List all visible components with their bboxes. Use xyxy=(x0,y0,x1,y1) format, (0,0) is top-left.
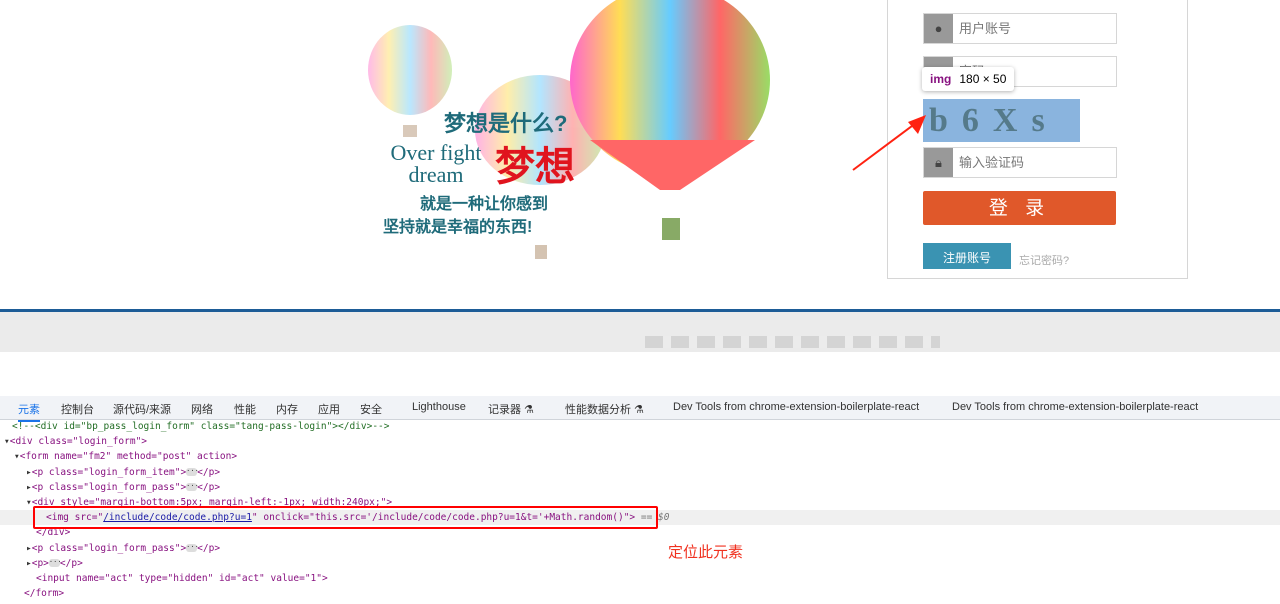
tab-extension-devtools-1[interactable]: Dev Tools from chrome-extension-boilerpl… xyxy=(673,401,919,413)
tab-performance-insights[interactable]: 性能数据分析 ⚗ xyxy=(565,401,644,417)
slogan-line-5: 坚持就是幸福的东西! xyxy=(383,219,533,236)
username-field[interactable]: ● 用户账号 xyxy=(923,13,1117,44)
captcha-text: b6Xs xyxy=(929,102,1059,139)
dom-node[interactable]: ▾<form name="fm2" method="post" action> xyxy=(0,449,1280,464)
tab-lighthouse[interactable]: Lighthouse xyxy=(412,401,466,413)
captcha-placeholder: 输入验证码 xyxy=(959,155,1025,170)
dom-node-close: </p> xyxy=(197,542,221,554)
dom-node-close[interactable]: </form> xyxy=(0,586,1280,601)
dom-comment[interactable]: <!--<div id="bp_pass_login_form" class="… xyxy=(0,419,1280,434)
captcha-image[interactable]: b6Xs xyxy=(923,99,1080,142)
dom-node-text: <p class="login_form_pass"> xyxy=(31,481,187,493)
slogan-english-2: dream xyxy=(408,162,464,187)
tooltip-size: 180 × 50 xyxy=(959,72,1007,86)
ellipsis-icon[interactable]: ··· xyxy=(48,559,62,568)
dom-node[interactable]: ▸<p class="login_form_pass">···</p> xyxy=(0,480,1280,495)
dom-node-close: </p> xyxy=(197,466,221,478)
dom-node-text: <div class="login_form"> xyxy=(9,436,148,448)
tab-recorder[interactable]: 记录器 ⚗ xyxy=(488,401,534,417)
blurred-footer-text xyxy=(645,336,940,348)
dom-node-text: <form name="fm2" method="post" action> xyxy=(19,451,238,463)
username-placeholder: 用户账号 xyxy=(959,21,1012,36)
user-icon: ● xyxy=(924,14,953,43)
dom-node[interactable]: ▸<p class="login_form_pass">···</p> xyxy=(0,541,1280,556)
login-button[interactable]: 登 录 xyxy=(923,191,1116,225)
ellipsis-icon[interactable]: ··· xyxy=(186,483,199,492)
ellipsis-icon[interactable]: ··· xyxy=(186,544,199,552)
tab-security[interactable]: 安全 xyxy=(360,401,382,417)
dom-node[interactable]: ▸<p class="login_form_item">···</p> xyxy=(0,465,1280,480)
slogan-english-1: Over fight xyxy=(390,140,482,165)
tooltip-tag: img xyxy=(930,72,952,86)
red-arrow-annotation xyxy=(852,115,926,171)
tab-extension-devtools-2[interactable]: Dev Tools from chrome-extension-boilerpl… xyxy=(952,401,1198,413)
element-tooltip: img 180 × 50 xyxy=(922,67,1014,91)
slogan-english: Over fight dream xyxy=(381,142,491,186)
devtools-tabbar: 元素 控制台 源代码/来源 网络 性能 内存 应用 安全 Lighthouse … xyxy=(0,396,1280,422)
dom-node-close: </p> xyxy=(197,481,221,493)
annotation-text: 定位此元素 xyxy=(668,544,744,561)
slogan-line-4: 就是一种让你感到 xyxy=(420,196,549,213)
captcha-field[interactable]: 🔒︎ 输入验证码 xyxy=(923,147,1117,178)
footer-band xyxy=(0,312,1280,352)
dom-node-close: </p> xyxy=(59,557,83,569)
tab-console[interactable]: 控制台 xyxy=(61,401,94,417)
dom-node-text: <p class="login_form_item"> xyxy=(31,466,187,478)
dom-node[interactable]: <input name="act" type="hidden" id="act"… xyxy=(0,571,1280,586)
register-button[interactable]: 注册账号 xyxy=(923,243,1011,269)
dom-node[interactable]: ▸<p>···</p> xyxy=(0,556,1280,571)
tab-memory[interactable]: 内存 xyxy=(276,401,298,417)
ellipsis-icon[interactable]: ··· xyxy=(186,468,199,477)
forgot-password-link[interactable]: 忘记密码? xyxy=(1019,252,1069,268)
dom-node-text: <p> xyxy=(31,557,49,569)
dom-node-text: <p class="login_form_pass"> xyxy=(31,542,187,554)
highlight-box-annotation xyxy=(33,506,658,529)
tab-application[interactable]: 应用 xyxy=(318,401,340,417)
tab-performance[interactable]: 性能 xyxy=(234,401,256,417)
tab-sources[interactable]: 源代码/来源 xyxy=(113,401,171,417)
tab-network[interactable]: 网络 xyxy=(191,401,213,417)
slogan-dream: 梦想 xyxy=(495,145,575,189)
dom-node[interactable]: ▾<div class="login_form"> xyxy=(0,434,1280,449)
